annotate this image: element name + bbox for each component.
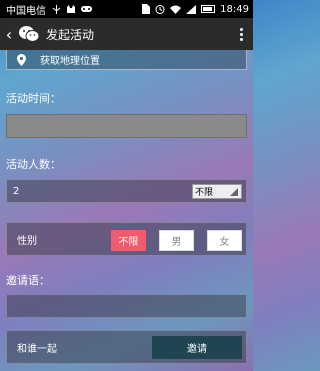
activity-time-input[interactable] xyxy=(6,114,247,138)
status-bar: 中国电信 18:49 xyxy=(0,0,253,18)
gender-option-female[interactable]: 女 xyxy=(207,230,242,251)
participant-count-label: 活动人数： xyxy=(6,158,61,171)
invitation-label: 邀请语： xyxy=(6,274,50,287)
notification-icons xyxy=(52,4,92,14)
gender-option-male[interactable]: 男 xyxy=(159,230,194,251)
system-status-icons: 18:49 xyxy=(142,4,249,15)
companion-label: 和谁一起 xyxy=(17,343,57,355)
participant-count-value: 2 xyxy=(13,185,20,197)
usb-icon xyxy=(52,4,61,14)
activity-time-label: 活动时间： xyxy=(6,92,61,105)
gender-row: 性别 不限 男 女 xyxy=(6,222,247,256)
vertical-dots-icon[interactable] xyxy=(240,27,243,41)
participant-limit-select[interactable]: 不限 xyxy=(192,184,242,199)
battery-icon xyxy=(201,5,216,13)
cat-icon xyxy=(67,4,75,13)
page-title: 发起活动 xyxy=(46,27,95,42)
dropdown-triangle-icon xyxy=(230,188,238,196)
participant-count-input[interactable]: 2 不限 xyxy=(6,179,247,203)
game-icon xyxy=(81,6,92,12)
participant-limit-value: 不限 xyxy=(195,188,214,198)
app-bar: ‹ 发起活动 xyxy=(0,18,253,50)
alarm-icon xyxy=(155,5,165,14)
wifi-icon xyxy=(170,5,182,14)
signal-icon xyxy=(186,4,197,14)
location-pin-icon xyxy=(17,53,26,66)
invitation-input[interactable] xyxy=(6,294,247,318)
get-location-button[interactable]: 获取地理位置 xyxy=(6,50,247,70)
gender-option-any[interactable]: 不限 xyxy=(111,230,146,251)
invite-button[interactable]: 邀请 xyxy=(152,336,242,359)
carrier-name: 中国电信 xyxy=(6,5,46,17)
gender-label: 性别 xyxy=(17,235,37,247)
companion-row: 和谁一起 邀请 xyxy=(6,330,247,364)
wechat-logo-icon[interactable] xyxy=(18,25,40,43)
location-label: 获取地理位置 xyxy=(40,56,100,67)
sim-icon xyxy=(142,4,151,14)
clock-time: 18:49 xyxy=(220,3,249,15)
chevron-left-icon[interactable]: ‹ xyxy=(2,25,16,44)
